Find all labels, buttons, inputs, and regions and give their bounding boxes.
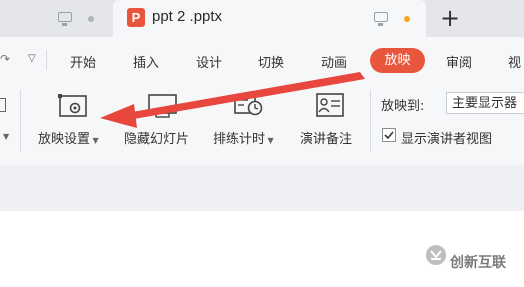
- watermark-text: 创新互联: [450, 255, 506, 271]
- watermark-logo: [426, 245, 446, 265]
